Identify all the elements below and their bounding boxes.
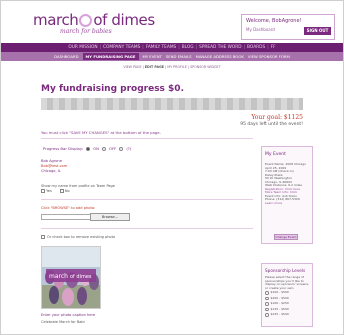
tab-my-fundraising-page[interactable]: MY FUNDRAISING PAGE [82,53,139,60]
radio-on-label: ON [93,146,99,151]
remove-photo-label: Or check box to remove existing photo [47,235,116,239]
my-event-panel: My Event Event Name: 2008 Chicago April … [261,146,313,244]
logo-word-march: march [33,11,79,29]
event-learn-more-link[interactable]: Learn more [265,202,311,206]
level-radio[interactable] [265,302,269,306]
logo-mark-icon [79,14,93,27]
page: march of dimes march for babies Welcome, … [0,0,344,335]
my-event-details: Event Name: 2008 Chicago April 25, 2009 … [265,163,311,205]
nav-separator: | [142,45,144,50]
team-photo-image: march of dimes [42,247,100,308]
nav-boards[interactable]: BOARDS [247,45,265,50]
browse-button[interactable]: Browse... [90,213,130,221]
radio-off-label: OFF [108,146,117,151]
main-nav: OUR MISSION | COMPANY TEAMS | FAMILY TEAMS… [1,43,343,52]
profile-location: Chicago, IL [41,169,61,173]
nav-our-mission[interactable]: OUR MISSION [68,45,97,50]
days-left-text: 95 days left until the event! [240,122,303,127]
fundraising-progress-bar [41,98,303,110]
goal-text: Your goal: $1125 [251,114,303,121]
browse-instructions: Click "BROWSE" to add photo: [41,206,96,210]
dashboard-link[interactable]: My Dashboard [246,27,275,32]
my-event-title: My Event [265,152,286,157]
site-header: march of dimes march for babies Welcome, … [1,1,343,43]
subnav-view-page[interactable]: VIEW PAGE [123,65,141,69]
photo-caption-link[interactable]: Enter your photo caption here [41,313,95,317]
page-subnav: VIEW PAGE | EDIT PAGE | MY PROFILE | SPO… [123,65,221,69]
welcome-panel: Welcome, BobAgrone! My Dashboard SIGN OU… [241,14,335,40]
sponsorship-levels-title: Sponsorship Levels [265,268,306,273]
radio-off[interactable] [101,146,106,151]
nav-separator: | [178,45,180,50]
tab-my-event[interactable]: MY EVENT [143,54,162,59]
logo-word-of-dimes: of dimes [93,11,155,29]
sponsorship-levels-panel: Sponsorship Levels Please select the ran… [261,263,313,327]
level-label: $225 - $500 [270,312,289,316]
tab-send-emails[interactable]: SEND EMAILS [166,54,192,59]
page-title: My fundraising progress $0. [41,84,184,94]
remove-photo-option: Or check box to remove existing photo [41,235,115,239]
level-radio[interactable] [265,296,269,300]
radio-help[interactable] [119,146,124,151]
nav-family-teams[interactable]: FAMILY TEAMS [146,45,177,50]
nav-spread-the-word[interactable]: SPREAD THE WORD [199,45,242,50]
nav-blog[interactable]: BLOG [182,45,194,50]
photo-caption: Celebrate March for Babi [41,320,85,324]
logo-wordmark: march of dimes [33,11,155,29]
sponsorship-levels-list: $100 - $500 $200 - $500 $100 - $250 $125… [265,290,289,318]
yes-label: Yes [46,189,52,193]
no-checkbox[interactable] [59,189,64,193]
remove-photo-checkbox[interactable] [41,235,45,239]
divider [41,228,253,229]
divider [41,199,253,200]
nav-separator: | [243,45,246,50]
show-name-label: Show my name from profile on Team Page [41,184,115,188]
nav-separator: | [99,45,102,50]
radio-help-label: (?) [126,146,132,151]
banner-text-of-dimes: of dimes [70,274,92,280]
progress-display-label: Progress Bar Display: [43,146,84,151]
progress-bar-display-toggle: Progress Bar Display: ON OFF (?) [43,146,131,151]
level-radio[interactable] [265,313,269,317]
march-of-dimes-logo[interactable]: march of dimes march for babies [33,11,155,35]
team-photo: march of dimes [41,246,101,309]
tab-dashboard[interactable]: DASHBOARD [54,54,78,59]
sponsorship-levels-description: Please select the range of sponsorships … [265,275,309,290]
level-option[interactable]: $225 - $500 [265,312,289,318]
nav-ff[interactable]: FF [271,45,276,50]
level-radio[interactable] [265,307,269,311]
tab-view-sponsor-form[interactable]: VIEW SPONSOR FORM [248,54,290,59]
profile-summary: Bob Agrone Bob@test.com Chicago, IL [41,159,67,174]
subnav-edit-page[interactable]: EDIT PAGE [145,65,164,69]
level-radio[interactable] [265,291,269,295]
banner-text-march: march [49,273,68,280]
nav-separator: | [195,45,198,50]
no-label: No [64,189,70,193]
nav-separator: | [267,45,269,50]
subnav-sponsor-widget[interactable]: SPONSOR WIDGET [190,65,221,69]
tab-manage-address-book[interactable]: MANAGE ADDRESS BOOK [196,54,244,59]
divider [41,138,253,139]
change-event-button[interactable]: Change Event [274,234,298,240]
radio-on[interactable] [86,146,91,151]
account-nav: DASHBOARD MY FUNDRAISING PAGE MY EVENT S… [1,52,343,61]
nav-company-teams[interactable]: COMPANY TEAMS [103,45,140,50]
welcome-text: Welcome, BobAgrone! [246,18,302,24]
logo-tagline: march for babies [60,28,112,35]
save-note: You must click "SAVE MY CHANGES" at the … [41,130,161,135]
subnav-my-profile[interactable]: MY PROFILE [167,65,187,69]
show-name-options: Yes No [41,189,70,193]
yes-checkbox[interactable] [41,189,45,193]
signout-button[interactable]: SIGN OUT [304,27,331,35]
